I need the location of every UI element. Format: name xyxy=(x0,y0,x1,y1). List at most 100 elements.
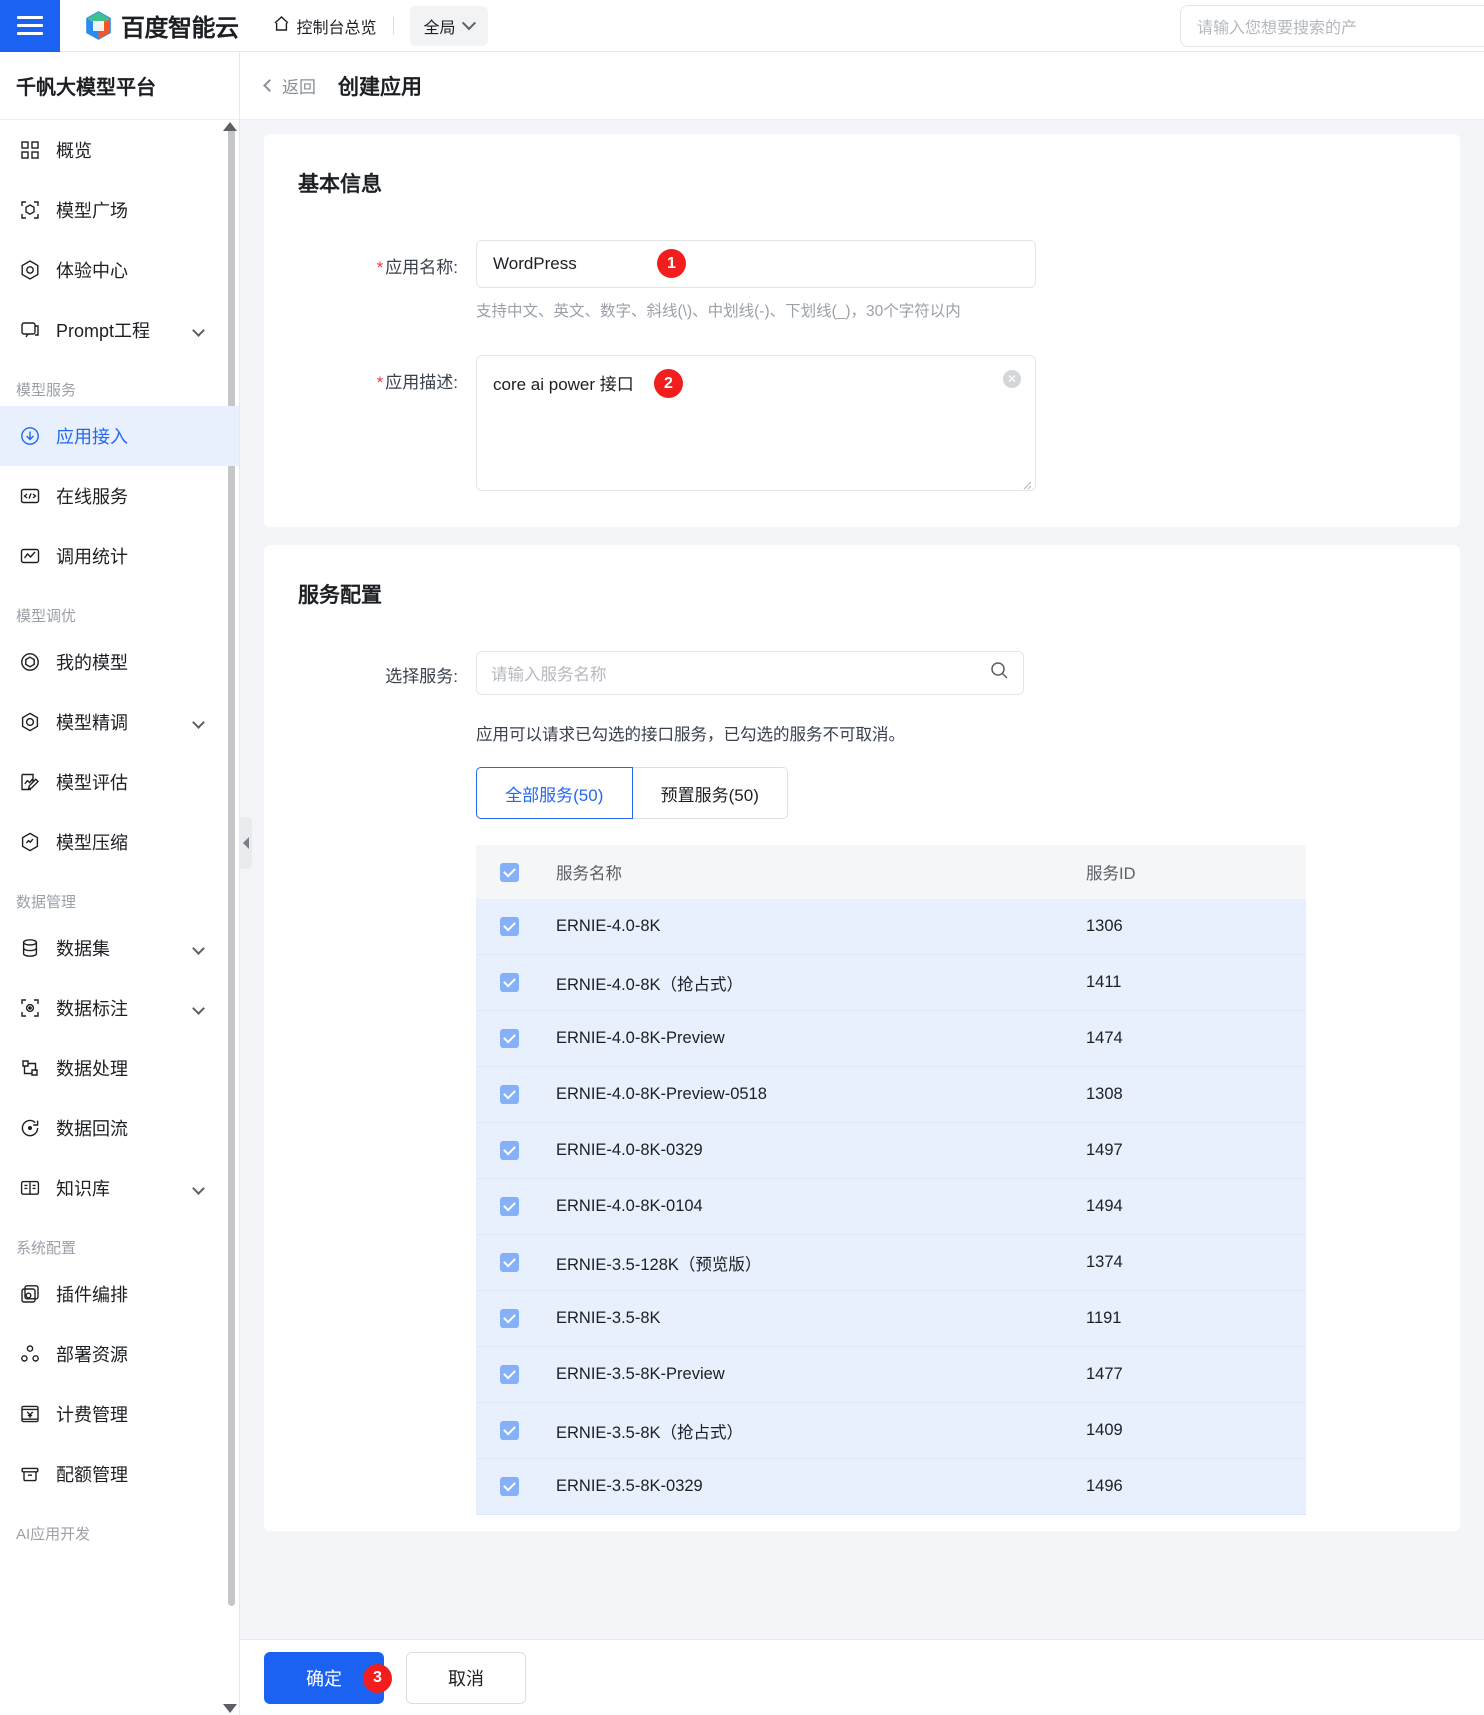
sidebar-item-label: 体验中心 xyxy=(56,261,128,281)
chevron-left-icon xyxy=(263,79,276,92)
row-checkbox[interactable] xyxy=(500,973,519,992)
row-checkbox[interactable] xyxy=(500,1477,519,1496)
hamburger-bar xyxy=(17,32,43,35)
sidebar-collapse-handle[interactable] xyxy=(240,817,252,869)
app-desc-textarea[interactable]: core ai power 接口 ✕ xyxy=(476,355,1036,491)
table-row[interactable]: ERNIE-3.5-8K 1191 xyxy=(476,1291,1306,1347)
cube-scan-icon xyxy=(18,198,42,222)
hamburger-icon[interactable] xyxy=(0,0,60,52)
table-row[interactable]: ERNIE-4.0-8K 1306 xyxy=(476,899,1306,955)
sidebar-item-21[interactable]: 部署资源 xyxy=(0,1324,239,1384)
sidebar-item-label: 调用统计 xyxy=(56,547,128,567)
cell-service-name: ERNIE-3.5-8K-0329 xyxy=(556,1477,703,1495)
sidebar-item-16[interactable]: 数据处理 xyxy=(0,1038,239,1098)
table-row[interactable]: ERNIE-3.5-128K（预览版） 1374 xyxy=(476,1235,1306,1291)
service-search-placeholder: 请输入服务名称 xyxy=(491,666,607,684)
hexagon-icon xyxy=(18,258,42,282)
clear-circle-icon[interactable]: ✕ xyxy=(1003,370,1021,388)
table-row[interactable]: ERNIE-3.5-8K-0329 1496 xyxy=(476,1459,1306,1515)
brand-logo[interactable]: 百度智能云 xyxy=(85,8,239,43)
table-body: ERNIE-4.0-8K 1306 ERNIE-4.0-8K（抢占式） 1411 ERN… xyxy=(476,899,1306,1515)
sidebar-item-0[interactable]: 概览 xyxy=(0,120,239,180)
sidebar-item-17[interactable]: 数据回流 xyxy=(0,1098,239,1158)
console-overview-link[interactable]: 控制台总览 xyxy=(273,14,377,38)
table-row[interactable]: ERNIE-3.5-8K-Preview 1477 xyxy=(476,1347,1306,1403)
chevron-down-icon[interactable] xyxy=(192,1181,205,1195)
row-checkbox[interactable] xyxy=(500,917,519,936)
select-all-checkbox[interactable] xyxy=(500,862,519,882)
sidebar-item-10[interactable]: 模型精调 xyxy=(0,692,239,752)
cell-service-id: 1409 xyxy=(1086,1421,1123,1439)
row-checkbox[interactable] xyxy=(500,1141,519,1160)
sidebar-item-18[interactable]: 知识库 xyxy=(0,1158,239,1218)
search-icon[interactable] xyxy=(990,661,1009,685)
app-desc-value: core ai power 接口 xyxy=(493,375,634,394)
step-badge-2: 2 xyxy=(654,369,683,398)
back-button[interactable]: 返回 xyxy=(263,73,316,98)
row-checkbox[interactable] xyxy=(500,1085,519,1104)
sidebar-item-label: 我的模型 xyxy=(56,653,128,673)
sidebar-item-2[interactable]: 体验中心 xyxy=(0,240,239,300)
sidebar-item-6[interactable]: 在线服务 xyxy=(0,466,239,526)
table-row[interactable]: ERNIE-4.0-8K-Preview-0518 1308 xyxy=(476,1067,1306,1123)
main-content: 返回 创建应用 基本信息 * 应用名称: WordPress 1 支持中文、英文、… xyxy=(240,52,1484,1715)
table-row[interactable]: ERNIE-4.0-8K-0104 1494 xyxy=(476,1179,1306,1235)
sidebar-item-23[interactable]: 配额管理 xyxy=(0,1444,239,1504)
sidebar-item-3[interactable]: Prompt工程 xyxy=(0,300,239,360)
service-tab-1[interactable]: 预置服务(50) xyxy=(632,767,788,819)
cell-service-id: 1411 xyxy=(1086,973,1122,991)
cell-service-id: 1477 xyxy=(1086,1365,1123,1383)
sidebar-item-15[interactable]: 数据标注 xyxy=(0,978,239,1038)
service-tab-0[interactable]: 全部服务(50) xyxy=(476,767,633,819)
sidebar-item-12[interactable]: 模型压缩 xyxy=(0,812,239,872)
row-checkbox[interactable] xyxy=(500,1309,519,1328)
app-name-row: * 应用名称: WordPress 1 支持中文、英文、数字、斜线(\)、中划线(… xyxy=(298,240,1426,321)
confirm-button[interactable]: 确定 3 xyxy=(264,1651,392,1704)
row-checkbox-cell xyxy=(476,1085,556,1104)
row-checkbox[interactable] xyxy=(500,1253,519,1272)
chevron-down-icon[interactable] xyxy=(192,1001,205,1015)
service-note: 应用可以请求已勾选的接口服务，已勾选的服务不可取消。 xyxy=(476,726,905,744)
chart-icon xyxy=(18,544,42,568)
table-row[interactable]: ERNIE-4.0-8K（抢占式） 1411 xyxy=(476,955,1306,1011)
service-search-input[interactable]: 请输入服务名称 xyxy=(476,651,1024,695)
sidebar-item-label: 部署资源 xyxy=(56,1345,128,1365)
required-asterisk: * xyxy=(376,373,384,392)
cell-service-id: 1474 xyxy=(1086,1029,1123,1047)
row-checkbox[interactable] xyxy=(500,1197,519,1216)
row-checkbox[interactable] xyxy=(500,1365,519,1384)
top-bar: 百度智能云 控制台总览 全局 请输入您想要搜索的产 xyxy=(0,0,1484,52)
table-row[interactable]: ERNIE-3.5-8K（抢占式） 1409 xyxy=(476,1403,1306,1459)
cell-service-id: 1374 xyxy=(1086,1253,1123,1271)
sidebar: 千帆大模型平台 概览 模型广场 体验中心 Prompt工程 模型服务 应用接入 在线服务 调用… xyxy=(0,52,240,1715)
sidebar-item-11[interactable]: 模型评估 xyxy=(0,752,239,812)
resize-grip-icon[interactable] xyxy=(1020,475,1032,490)
row-checkbox-cell xyxy=(476,1421,556,1440)
row-checkbox[interactable] xyxy=(500,1421,519,1440)
row-checkbox-cell xyxy=(476,1253,556,1272)
chevron-down-icon[interactable] xyxy=(192,323,205,337)
row-checkbox-cell xyxy=(476,1029,556,1048)
cancel-button[interactable]: 取消 xyxy=(406,1651,526,1704)
chevron-down-icon[interactable] xyxy=(192,941,205,955)
sidebar-item-7[interactable]: 调用统计 xyxy=(0,526,239,586)
sidebar-item-9[interactable]: 我的模型 xyxy=(0,632,239,692)
table-row[interactable]: ERNIE-4.0-8K-Preview 1474 xyxy=(476,1011,1306,1067)
app-name-input[interactable]: WordPress xyxy=(476,240,1036,288)
crop-icon xyxy=(18,1056,42,1080)
row-checkbox[interactable] xyxy=(500,1029,519,1048)
circle-cube-icon xyxy=(18,650,42,674)
chevron-down-icon[interactable] xyxy=(192,715,205,729)
sidebar-item-5[interactable]: 应用接入 xyxy=(0,406,239,466)
row-checkbox-cell xyxy=(476,917,556,936)
sidebar-item-1[interactable]: 模型广场 xyxy=(0,180,239,240)
scope-selector[interactable]: 全局 xyxy=(409,5,488,46)
global-search-input[interactable]: 请输入您想要搜索的产 xyxy=(1180,5,1484,47)
scroll-down-arrow-icon[interactable] xyxy=(223,1704,237,1713)
book-icon xyxy=(18,1176,42,1200)
page-header: 返回 创建应用 xyxy=(240,52,1484,120)
sidebar-item-14[interactable]: 数据集 xyxy=(0,918,239,978)
sidebar-item-20[interactable]: 插件编排 xyxy=(0,1264,239,1324)
table-row[interactable]: ERNIE-4.0-8K-0329 1497 xyxy=(476,1123,1306,1179)
sidebar-item-22[interactable]: 计费管理 xyxy=(0,1384,239,1444)
